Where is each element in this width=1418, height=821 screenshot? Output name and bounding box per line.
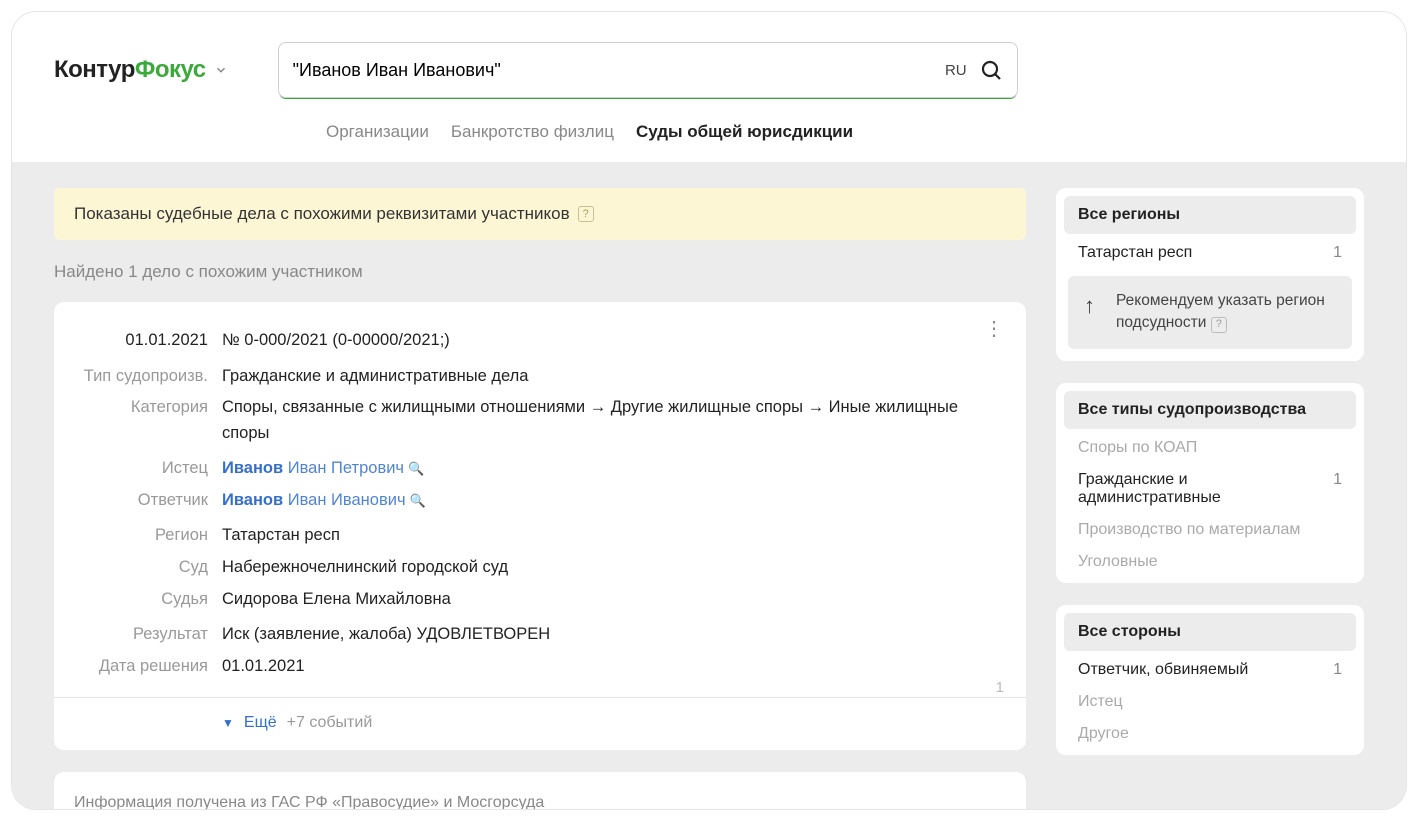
region-hint: ↑ Рекомендуем указать регион подсудности… — [1068, 276, 1352, 349]
party-filter-item[interactable]: Истец — [1064, 683, 1356, 715]
search-input[interactable] — [293, 60, 945, 81]
region-filter-item[interactable]: Татарстан респ1 — [1064, 234, 1356, 266]
search-button[interactable] — [979, 58, 1003, 82]
case-decision-date: 01.01.2021 — [222, 654, 1004, 680]
case-date: 01.01.2021 — [76, 328, 208, 354]
arrow-up-icon: ↑ — [1084, 290, 1095, 322]
party-filter-item[interactable]: Ответчик, обвиняемый1 — [1064, 651, 1356, 683]
search-icon — [979, 58, 1003, 82]
chevron-down-icon: ▼ — [222, 716, 234, 730]
filter-parties: Все стороны Ответчик, обвиняемый1 Истец … — [1056, 605, 1364, 755]
help-icon[interactable]: ? — [578, 206, 594, 222]
type-filter-item[interactable]: Уголовные — [1064, 543, 1356, 575]
type-filter-item[interactable]: Производство по материалам — [1064, 511, 1356, 543]
filter-regions: Все регионы Татарстан респ1 ↑ Рекомендуе… — [1056, 188, 1364, 361]
type-filter-item[interactable]: Споры по КОАП — [1064, 429, 1356, 461]
data-source-note: Информация получена из ГАС РФ «Правосуди… — [54, 772, 1026, 809]
party-filter-item[interactable]: Другое — [1064, 715, 1356, 747]
type-filter-item[interactable]: Гражданские и административные1 — [1064, 461, 1356, 511]
case-number: № 0-000/2021 (0-00000/2021;) — [222, 328, 1004, 354]
filter-types: Все типы судопроизводства Споры по КОАП … — [1056, 383, 1364, 583]
search-tabs: Организации Банкротство физлиц Суды обще… — [54, 98, 1364, 162]
tab-courts[interactable]: Суды общей юрисдикции — [636, 122, 853, 142]
search-lang-toggle[interactable]: RU — [945, 62, 967, 79]
tab-bankruptcy[interactable]: Банкротство физлиц — [451, 122, 614, 142]
card-menu-button[interactable]: ⋮ — [984, 326, 1004, 332]
case-type: Гражданские и административные дела — [222, 364, 1004, 390]
case-result: Иск (заявление, жалоба) УДОВЛЕТВОРЕН — [222, 622, 1004, 648]
search-icon[interactable]: 🔍 — [408, 461, 424, 476]
search-icon[interactable]: 🔍 — [410, 493, 426, 508]
case-category: Споры, связанные с жилищными отношениями… — [222, 395, 1004, 446]
tab-organizations[interactable]: Организации — [326, 122, 429, 142]
case-judge: Сидорова Елена Михайловна — [222, 587, 1004, 613]
case-court: Набережночелнинский городской суд — [222, 555, 1004, 581]
help-icon[interactable]: ? — [1211, 317, 1227, 333]
expand-events[interactable]: ▼ Ещё +7 событий — [76, 698, 1004, 732]
chevron-down-icon[interactable] — [214, 63, 228, 77]
card-index: 1 — [996, 679, 1004, 696]
search-box: RU — [278, 42, 1018, 98]
header: КонтурФокус RU Организации Банкротство ф… — [12, 12, 1406, 162]
similar-cases-banner: Показаны судебные дела с похожими реквиз… — [54, 188, 1026, 240]
plaintiff-link[interactable]: Иванов Иван Петрович — [222, 459, 404, 477]
found-count: Найдено 1 дело с похожим участником — [54, 262, 1026, 282]
defendant-link[interactable]: Иванов Иван Иванович — [222, 491, 406, 509]
logo[interactable]: КонтурФокус — [54, 56, 228, 84]
case-card: ⋮ 01.01.2021 № 0-000/2021 (0-00000/2021;… — [54, 302, 1026, 750]
case-region: Татарстан респ — [222, 523, 1004, 549]
